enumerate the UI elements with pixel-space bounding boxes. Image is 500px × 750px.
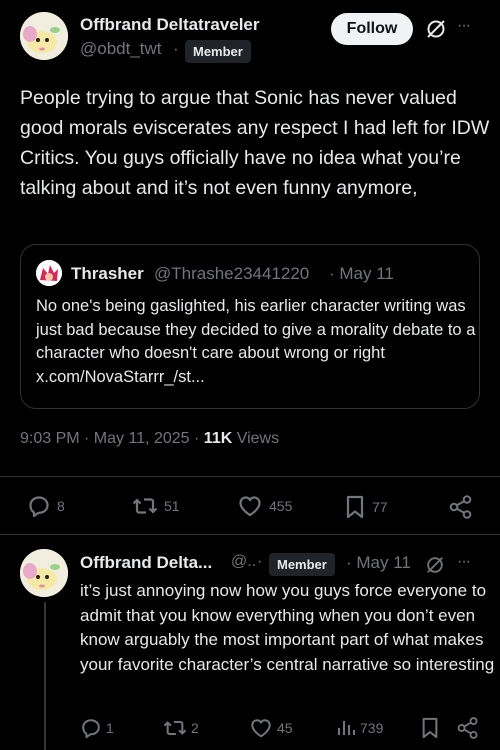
reply-icon	[82, 719, 100, 739]
reply-date[interactable]: · May 11	[346, 553, 411, 573]
tweet-text: People trying to argue that Sonic has ne…	[20, 87, 490, 199]
reply-reply-count: 1	[106, 720, 114, 736]
reply-icon	[29, 496, 49, 518]
divider	[0, 534, 500, 535]
bookmark-button[interactable]: 77	[344, 494, 388, 520]
quoted-handle[interactable]: @Thrashe23441220	[154, 264, 309, 284]
follow-button[interactable]: Follow	[331, 13, 413, 45]
reply-reply-button[interactable]: 1	[80, 717, 114, 739]
reply-like-count: 45	[277, 720, 293, 736]
reply-separator: ·	[257, 553, 263, 570]
handle[interactable]: @obdt_twt	[80, 39, 162, 59]
separator: ·	[173, 39, 179, 58]
reply-more-icon[interactable]: ···	[457, 553, 471, 571]
reply-display-name[interactable]: Offbrand Delta...	[80, 553, 212, 573]
reply-avatar[interactable]	[20, 549, 68, 597]
quoted-text: No one's being gaslighted, his earlier c…	[36, 297, 476, 386]
reply-repost-button[interactable]: 2	[163, 717, 199, 739]
views-label: Views	[232, 430, 280, 447]
repost-count: 51	[164, 498, 180, 514]
bookmark-icon[interactable]	[420, 716, 440, 740]
views-icon	[338, 721, 355, 735]
quoted-tweet[interactable]: Thrasher @Thrashe23441220 · May 11 No on…	[20, 244, 480, 409]
reply-like-button[interactable]: 45	[249, 717, 293, 739]
tweet-metadata: 9:03 PM · May 11, 2025 · 11K Views	[20, 430, 279, 448]
share-icon[interactable]	[456, 716, 480, 740]
bookmark-count: 77	[372, 499, 388, 515]
like-icon	[239, 496, 261, 517]
reply-handle[interactable]: @..	[231, 553, 256, 571]
views-count: 11K	[203, 430, 233, 447]
reply-views-button[interactable]: 739	[336, 717, 383, 739]
timestamp[interactable]: 9:03 PM · May 11, 2025 ·	[20, 430, 204, 447]
bookmark-icon	[346, 495, 364, 519]
reply-text: it’s just annoying now how you guys forc…	[80, 581, 495, 674]
avatar[interactable]	[20, 12, 68, 60]
grok-icon[interactable]	[425, 555, 445, 575]
repost-icon	[132, 498, 158, 514]
quoted-date[interactable]: · May 11	[329, 264, 394, 284]
repost-icon	[163, 721, 187, 735]
grok-icon[interactable]	[425, 18, 447, 40]
repost-button[interactable]: 51	[132, 494, 180, 518]
reply-member-badge: Member	[269, 553, 335, 576]
like-button[interactable]: 455	[237, 494, 292, 518]
display-name[interactable]: Offbrand Deltatraveler	[80, 15, 260, 35]
member-badge: Member	[185, 40, 251, 63]
like-icon	[251, 719, 271, 738]
reply-button[interactable]: 8	[27, 494, 65, 518]
more-icon[interactable]: ···	[457, 17, 471, 35]
like-count: 455	[269, 498, 293, 514]
quoted-avatar[interactable]	[36, 260, 62, 286]
share-icon[interactable]	[448, 494, 474, 520]
thread-line	[44, 602, 46, 750]
divider	[0, 476, 500, 477]
quoted-display-name[interactable]: Thrasher	[71, 264, 144, 284]
reply-views-count: 739	[360, 720, 384, 736]
reply-count: 8	[57, 498, 65, 514]
reply-repost-count: 2	[191, 720, 199, 736]
